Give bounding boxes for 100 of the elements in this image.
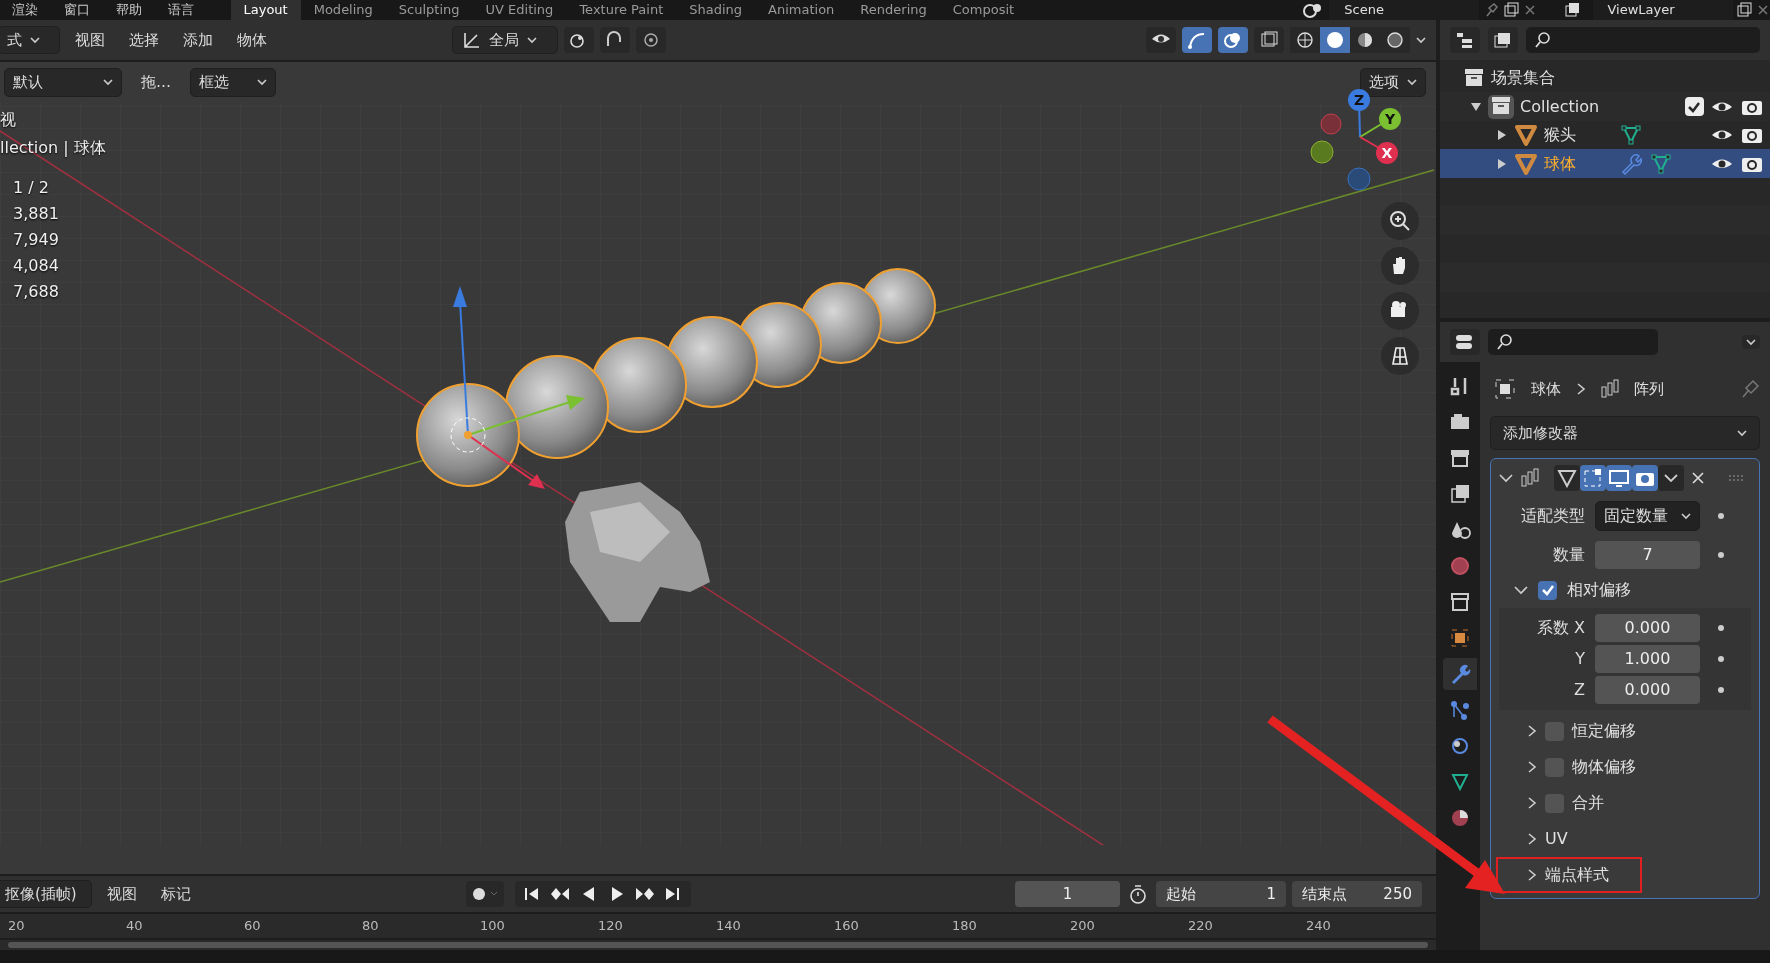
exclude-checkbox[interactable] <box>1684 97 1704 116</box>
number-field[interactable]: 0.000 <box>1595 614 1700 643</box>
edit-mode-button[interactable] <box>1579 465 1606 491</box>
search-field[interactable] <box>1526 27 1760 53</box>
end-frame-field[interactable]: 结束点 250 <box>1292 880 1422 908</box>
mesh-data-icon[interactable] <box>1449 771 1471 793</box>
add-modifier-dropdown[interactable]: 添加修改器 <box>1490 415 1760 450</box>
number-field[interactable]: 1.000 <box>1595 645 1700 674</box>
subpanel-checkbox[interactable] <box>1545 793 1564 813</box>
close-icon[interactable] <box>1691 471 1705 485</box>
timeline-scrollbar[interactable] <box>8 942 1428 948</box>
viewport-display-button[interactable] <box>1605 465 1632 491</box>
xray-button[interactable] <box>1254 27 1284 53</box>
expand-chevron-icon[interactable] <box>1527 832 1537 847</box>
menu-item[interactable]: 物体 <box>228 26 276 54</box>
scene-collection-label[interactable]: 场景集合 <box>1490 66 1555 90</box>
close-icon[interactable] <box>1522 3 1537 17</box>
select-dropdown[interactable]: 框选 <box>190 68 276 97</box>
drag-handle-icon[interactable] <box>1727 474 1744 482</box>
globe-icon[interactable] <box>1449 555 1471 577</box>
pin-icon[interactable] <box>1740 378 1760 399</box>
number-field[interactable]: 7 <box>1595 540 1700 569</box>
keying-dropdown[interactable]: 抠像(插帧) <box>0 879 92 909</box>
copy-icon[interactable] <box>1736 2 1753 18</box>
physics-icon[interactable] <box>1449 735 1471 757</box>
material-icon[interactable] <box>1449 807 1471 829</box>
editor-type-button[interactable] <box>1450 329 1480 355</box>
scene-field[interactable]: Scene <box>1329 0 1480 20</box>
workspace-tab[interactable]: Animation <box>755 0 848 20</box>
expand-chevron-icon[interactable] <box>1527 760 1537 775</box>
expand-chevron-icon[interactable] <box>1527 724 1537 739</box>
snap-button[interactable] <box>600 27 630 53</box>
object-icon[interactable] <box>1449 627 1471 649</box>
display-mode-button[interactable] <box>1450 27 1480 53</box>
object-name[interactable]: 猴头 <box>1544 123 1614 147</box>
menu-item[interactable]: 视图 <box>66 26 114 54</box>
pin-icon[interactable] <box>1483 2 1499 18</box>
outliner-row[interactable]: 球体 <box>1440 149 1770 178</box>
expand-arrow-icon[interactable] <box>1496 157 1508 170</box>
current-frame-field[interactable]: 1 <box>1015 880 1120 908</box>
keyframe-dot[interactable] <box>1718 625 1724 632</box>
workspace-tab[interactable]: Rendering <box>847 0 940 20</box>
more-button[interactable] <box>1657 465 1684 491</box>
expand-chevron-icon[interactable] <box>1527 868 1537 883</box>
render-button[interactable] <box>1631 465 1658 491</box>
expand-arrow-icon[interactable] <box>1496 129 1508 141</box>
collapse-icon[interactable] <box>1514 585 1528 596</box>
overlay-button[interactable] <box>1218 27 1248 53</box>
options-dropdown[interactable] <box>1742 335 1760 349</box>
copy-icon[interactable] <box>1502 2 1519 18</box>
visibility-button[interactable] <box>1146 27 1176 53</box>
brush-dropdown[interactable]: 默认 <box>4 68 122 97</box>
box-icon[interactable] <box>1449 591 1471 613</box>
keyframe-dot[interactable] <box>1718 551 1724 558</box>
menu-item[interactable]: 选择 <box>120 26 168 54</box>
menu-item[interactable]: 语言 <box>156 0 206 20</box>
object-name[interactable]: Collection <box>1520 94 1630 119</box>
image-stack-icon[interactable] <box>1449 483 1471 505</box>
workspace-tab[interactable]: Layout <box>230 0 301 20</box>
shading-button[interactable] <box>1290 27 1320 53</box>
gizmo-button[interactable] <box>1182 27 1212 53</box>
start-frame-field[interactable]: 起始 1 <box>1156 880 1286 908</box>
workspace-tab[interactable]: UV Editing <box>472 0 567 20</box>
expand-chevron-icon[interactable] <box>1527 796 1537 811</box>
subpanel-checkbox[interactable] <box>1545 757 1564 777</box>
workspace-tab[interactable]: Sculpting <box>385 0 473 20</box>
relative-offset-checkbox[interactable] <box>1538 580 1557 600</box>
orientation-dropdown[interactable]: 全局 <box>452 25 558 55</box>
shading-button[interactable] <box>1380 27 1410 53</box>
record-button[interactable] <box>466 881 504 907</box>
menu-item[interactable]: 标记 <box>152 880 200 908</box>
particles-icon[interactable] <box>1449 699 1471 721</box>
filter-button[interactable] <box>1488 27 1518 53</box>
keyframe-dot[interactable] <box>1718 687 1724 694</box>
proportional-button[interactable] <box>636 27 666 53</box>
workspace-tab[interactable]: Composit <box>939 0 1028 20</box>
drag-menu[interactable]: 拖… <box>132 69 180 96</box>
menu-item[interactable]: 帮助 <box>104 0 154 20</box>
mode-dropdown[interactable]: 式 <box>0 25 60 55</box>
edit-cage-button[interactable] <box>1553 465 1580 491</box>
expand-arrow-icon[interactable] <box>1470 100 1482 113</box>
fit-type-dropdown[interactable]: 固定数量 <box>1595 500 1700 531</box>
printer-icon[interactable] <box>1449 447 1471 469</box>
menu-item[interactable]: 视图 <box>98 880 146 908</box>
workspace-tab[interactable]: Shading <box>676 0 756 20</box>
pivot-button[interactable] <box>564 27 594 53</box>
workspace-tab[interactable]: Texture Paint <box>566 0 677 20</box>
menu-item[interactable]: 渲染 <box>0 0 50 20</box>
outliner-row[interactable]: 猴头 <box>1440 120 1770 150</box>
number-field[interactable]: 0.000 <box>1595 676 1700 705</box>
shading-button[interactable] <box>1350 27 1380 53</box>
keyframe-dot[interactable] <box>1718 512 1724 519</box>
view-layer-field[interactable]: ViewLayer <box>1592 0 1733 20</box>
collapse-icon[interactable] <box>1499 473 1513 483</box>
workspace-tab[interactable]: Modeling <box>300 0 386 20</box>
search-field[interactable] <box>1488 329 1658 355</box>
keyframe-dot[interactable] <box>1718 656 1724 663</box>
close-icon[interactable] <box>1756 3 1770 17</box>
subpanel-checkbox[interactable] <box>1545 721 1564 741</box>
menu-item[interactable]: 添加 <box>174 26 222 54</box>
